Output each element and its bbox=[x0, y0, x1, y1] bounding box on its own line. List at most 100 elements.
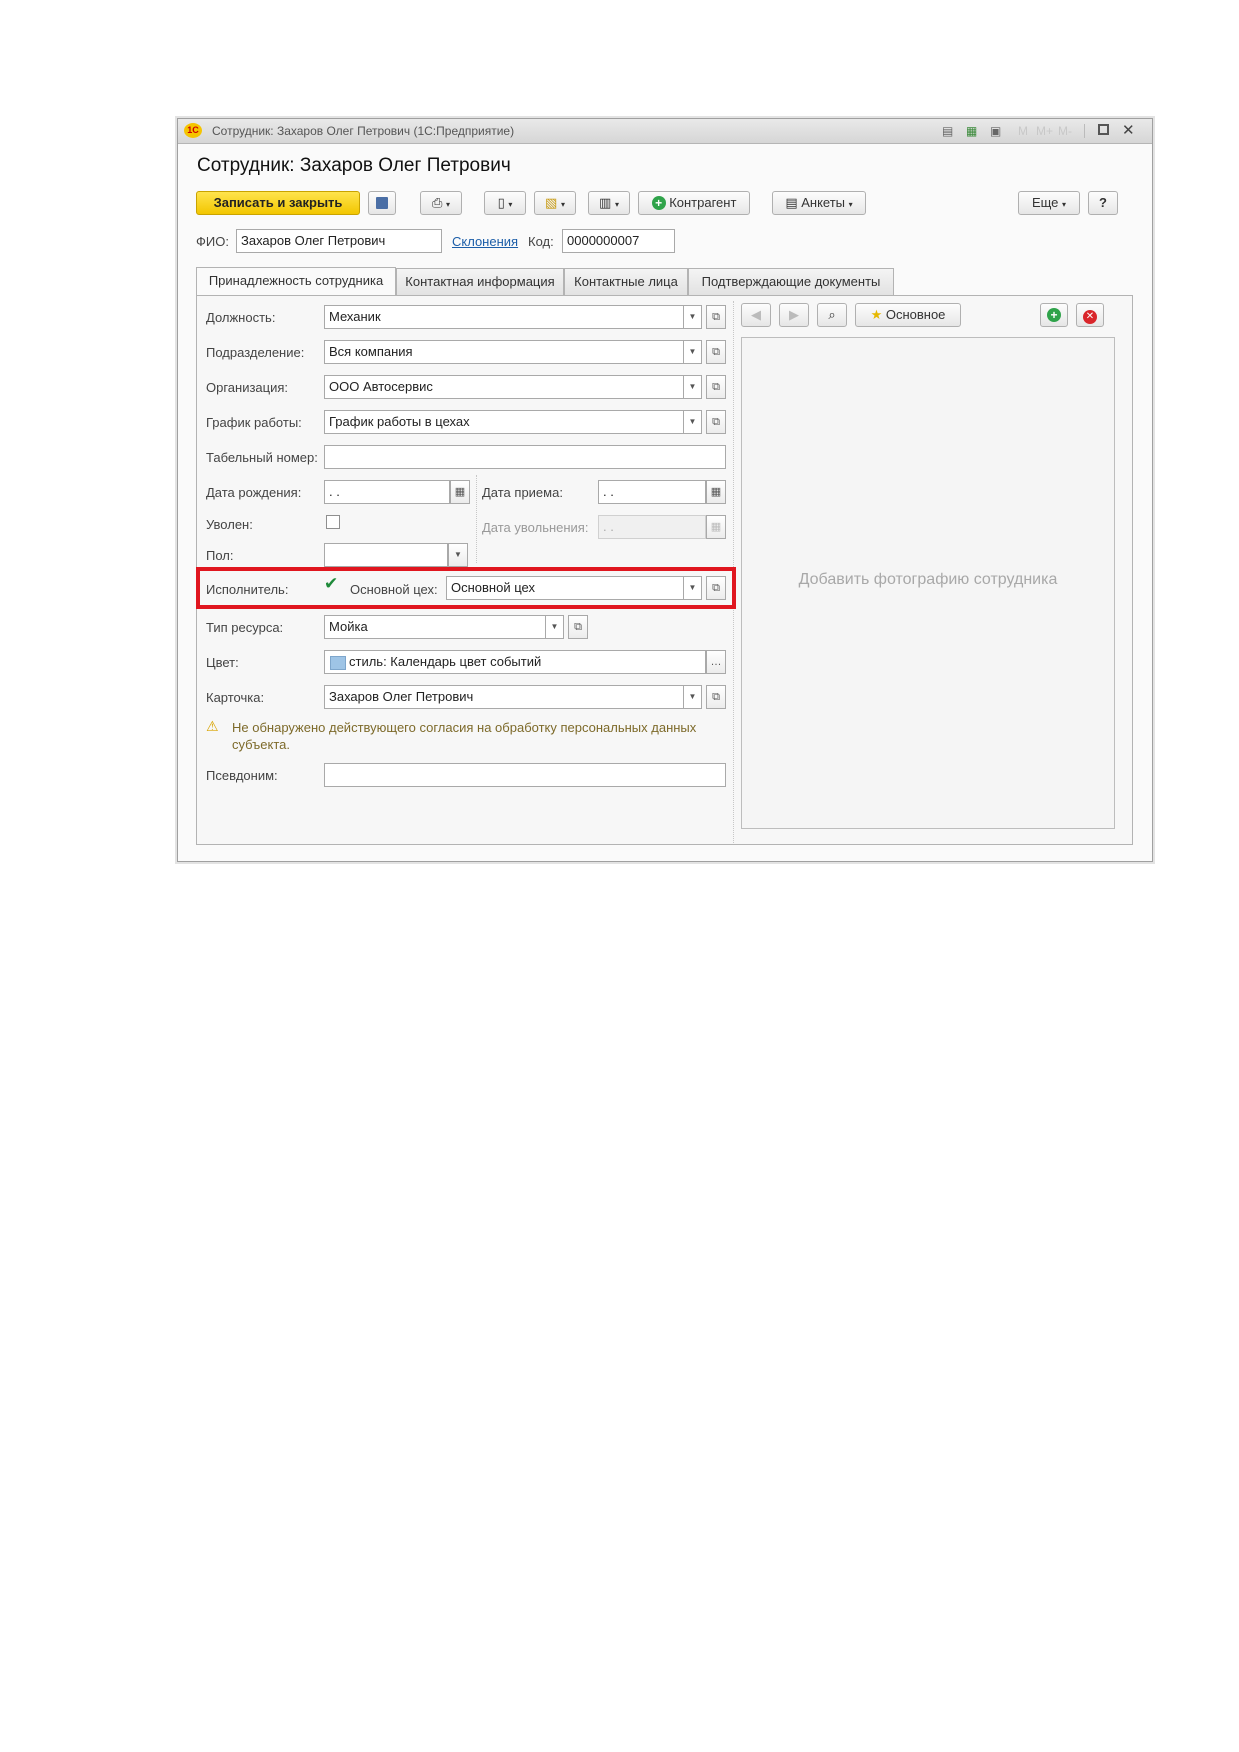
main-photo-button[interactable]: ★ Основное bbox=[855, 303, 961, 327]
print-button[interactable]: ⎙ ▾ bbox=[420, 191, 462, 215]
print-preview-icon[interactable]: ▤ bbox=[942, 124, 953, 138]
resource-type-dropdown-icon[interactable]: ▼ bbox=[546, 615, 564, 639]
more-button[interactable]: Еще ▾ bbox=[1018, 191, 1080, 215]
chevron-down-icon: ▾ bbox=[848, 200, 853, 209]
gender-dropdown-icon[interactable]: ▼ bbox=[448, 543, 468, 567]
birth-date-calendar-icon[interactable]: ▦ bbox=[450, 480, 470, 504]
color-swatch bbox=[330, 656, 346, 670]
next-photo-button[interactable]: ▶ bbox=[779, 303, 809, 327]
create-based-on-button[interactable]: ▯ ▾ bbox=[484, 191, 526, 215]
resource-type-open-icon[interactable]: ⧉ bbox=[568, 615, 588, 639]
tab-supporting-documents[interactable]: Подтверждающие документы bbox=[688, 268, 894, 295]
declensions-link[interactable]: Склонения bbox=[452, 234, 518, 249]
more-label: Еще bbox=[1031, 195, 1059, 210]
view-photo-button[interactable]: ⌕ bbox=[817, 303, 847, 327]
birth-date-label: Дата рождения: bbox=[206, 485, 302, 500]
department-open-icon[interactable]: ⧉ bbox=[706, 340, 726, 364]
organization-dropdown-icon[interactable]: ▼ bbox=[684, 375, 702, 399]
tab-number-input[interactable] bbox=[324, 445, 726, 469]
department-dropdown-icon[interactable]: ▼ bbox=[684, 340, 702, 364]
pseudonym-input[interactable] bbox=[324, 763, 726, 787]
tab-contact-info[interactable]: Контактная информация bbox=[396, 268, 564, 295]
reports-button[interactable]: ▥ ▾ bbox=[588, 191, 630, 215]
printer-icon: ⎙ bbox=[431, 195, 443, 210]
department-label: Подразделение: bbox=[206, 345, 305, 360]
maximize-icon[interactable] bbox=[1098, 124, 1109, 135]
position-input[interactable]: Механик bbox=[324, 305, 684, 329]
hire-date-label: Дата приема: bbox=[482, 485, 563, 500]
arrow-left-icon: ◀ bbox=[751, 307, 761, 322]
add-photo-button[interactable]: + bbox=[1040, 303, 1068, 327]
color-select-icon[interactable]: … bbox=[706, 650, 726, 674]
chevron-down-icon: ▾ bbox=[446, 200, 451, 209]
card-dropdown-icon[interactable]: ▼ bbox=[684, 685, 702, 709]
organization-input[interactable]: ООО Автосервис bbox=[324, 375, 684, 399]
employee-window: 1С Сотрудник: Захаров Олег Петрович (1С:… bbox=[177, 118, 1153, 862]
tab-contact-persons[interactable]: Контактные лица bbox=[564, 268, 688, 295]
main-photo-label: Основное bbox=[885, 307, 946, 322]
executor-label: Исполнитель: bbox=[206, 582, 289, 597]
dismissed-label: Уволен: bbox=[206, 517, 253, 532]
memory-minus-icon[interactable]: M- bbox=[1058, 124, 1072, 138]
position-dropdown-icon[interactable]: ▼ bbox=[684, 305, 702, 329]
hire-date-calendar-icon[interactable]: ▦ bbox=[706, 480, 726, 504]
color-input[interactable]: стиль: Календарь цвет событий bbox=[324, 650, 706, 674]
code-label: Код: bbox=[528, 234, 554, 249]
dismiss-date-calendar-icon[interactable]: ▦ bbox=[706, 515, 726, 539]
card-input[interactable]: Захаров Олег Петрович bbox=[324, 685, 684, 709]
schedule-input[interactable]: График работы в цехах bbox=[324, 410, 684, 434]
schedule-open-icon[interactable]: ⧉ bbox=[706, 410, 726, 434]
calculator-icon[interactable]: ▦ bbox=[966, 124, 977, 138]
attachments-button[interactable]: ▧ ▾ bbox=[534, 191, 576, 215]
fio-input[interactable]: Захаров Олег Петрович bbox=[236, 229, 442, 253]
memory-m-icon[interactable]: M bbox=[1018, 124, 1028, 138]
hire-date-input[interactable]: . . bbox=[598, 480, 706, 504]
organization-label: Организация: bbox=[206, 380, 289, 395]
dismiss-date-label: Дата увольнения: bbox=[482, 520, 589, 535]
arrow-right-icon: ▶ bbox=[789, 307, 799, 322]
memory-plus-icon[interactable]: M+ bbox=[1036, 124, 1053, 138]
main-shop-dropdown-icon[interactable]: ▼ bbox=[684, 576, 702, 600]
previous-photo-button[interactable]: ◀ bbox=[741, 303, 771, 327]
document-icon: ▯ bbox=[497, 195, 505, 210]
gender-label: Пол: bbox=[206, 548, 234, 563]
clip-document-icon: ▧ bbox=[545, 195, 558, 210]
gender-input[interactable] bbox=[324, 543, 448, 567]
main-shop-label: Основной цех: bbox=[350, 582, 438, 597]
position-open-icon[interactable]: ⧉ bbox=[706, 305, 726, 329]
main-shop-open-icon[interactable]: ⧉ bbox=[706, 576, 726, 600]
date-column-separator bbox=[476, 475, 477, 563]
resource-type-input[interactable]: Мойка bbox=[324, 615, 546, 639]
help-button[interactable]: ? bbox=[1088, 191, 1118, 215]
delete-photo-button[interactable]: ✕ bbox=[1076, 303, 1104, 327]
organization-open-icon[interactable]: ⧉ bbox=[706, 375, 726, 399]
save-button[interactable] bbox=[368, 191, 396, 215]
department-input[interactable]: Вся компания bbox=[324, 340, 684, 364]
window-title: Сотрудник: Захаров Олег Петрович (1С:Пре… bbox=[212, 124, 515, 138]
floppy-disk-icon bbox=[376, 197, 388, 209]
schedule-dropdown-icon[interactable]: ▼ bbox=[684, 410, 702, 434]
delete-circle-icon: ✕ bbox=[1083, 310, 1097, 324]
save-and-close-button[interactable]: Записать и закрыть bbox=[196, 191, 360, 215]
chevron-down-icon: ▾ bbox=[1062, 200, 1067, 209]
magnifier-icon: ⌕ bbox=[828, 307, 836, 322]
id-card-icon: ▤ bbox=[785, 195, 798, 210]
form-title: Сотрудник: Захаров Олег Петрович bbox=[197, 155, 511, 176]
counterparty-button[interactable]: + Контрагент bbox=[638, 191, 750, 215]
counterparty-label: Контрагент bbox=[669, 195, 737, 210]
code-input[interactable]: 0000000007 bbox=[562, 229, 675, 253]
card-open-icon[interactable]: ⧉ bbox=[706, 685, 726, 709]
tab-employee-affiliation[interactable]: Принадлежность сотрудника bbox=[196, 267, 396, 296]
add-photo-placeholder[interactable]: Добавить фотографию сотрудника bbox=[741, 571, 1115, 589]
fio-label: ФИО: bbox=[196, 234, 229, 249]
main-shop-input[interactable]: Основной цех bbox=[446, 576, 684, 600]
executor-checkmark-icon[interactable]: ✔ bbox=[324, 574, 338, 594]
dismissed-checkbox[interactable] bbox=[326, 515, 340, 529]
dismiss-date-input[interactable]: . . bbox=[598, 515, 706, 539]
add-circle-icon: + bbox=[651, 195, 666, 210]
birth-date-input[interactable]: . . bbox=[324, 480, 450, 504]
title-separator bbox=[1084, 124, 1085, 138]
calendar-icon[interactable]: ▣ bbox=[990, 124, 1001, 138]
questionnaires-button[interactable]: ▤ Анкеты ▾ bbox=[772, 191, 866, 215]
close-icon[interactable]: ✕ bbox=[1122, 121, 1135, 139]
